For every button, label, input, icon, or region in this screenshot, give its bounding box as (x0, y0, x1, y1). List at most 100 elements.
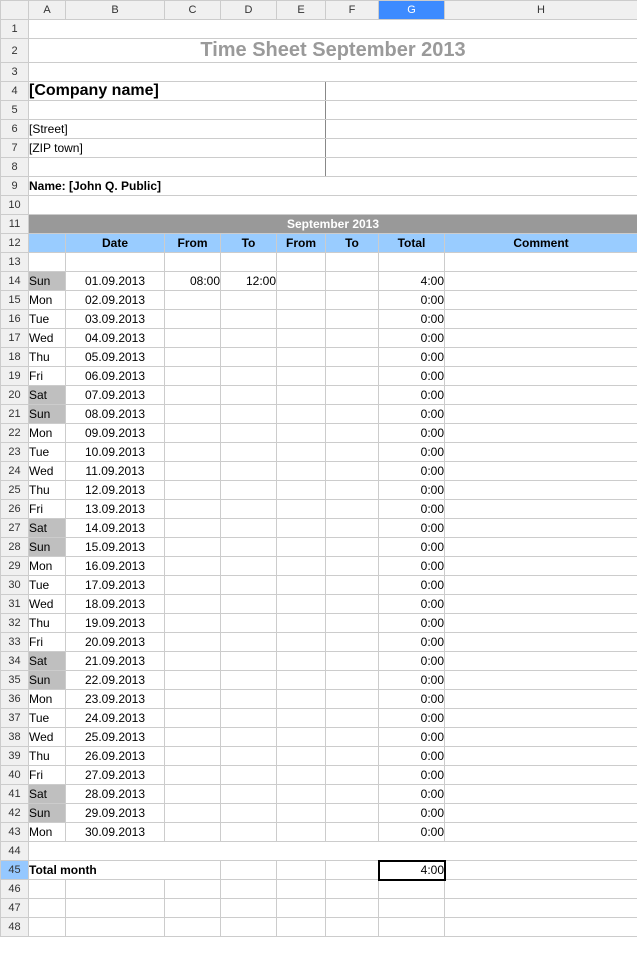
to-cell[interactable] (221, 424, 277, 443)
total-cell[interactable]: 0:00 (379, 728, 445, 747)
from2-cell[interactable] (277, 595, 326, 614)
hdr-date[interactable]: Date (66, 234, 165, 253)
total-cell[interactable]: 0:00 (379, 367, 445, 386)
cell[interactable] (165, 899, 221, 918)
from-cell[interactable] (165, 500, 221, 519)
from2-cell[interactable] (277, 557, 326, 576)
day-cell[interactable]: Wed (29, 728, 66, 747)
cell[interactable] (326, 861, 379, 880)
date-cell[interactable]: 06.09.2013 (66, 367, 165, 386)
day-cell[interactable]: Thu (29, 614, 66, 633)
day-cell[interactable]: Sun (29, 538, 66, 557)
from2-cell[interactable] (277, 728, 326, 747)
comment-cell[interactable] (445, 538, 637, 557)
day-cell[interactable]: Mon (29, 690, 66, 709)
total-cell[interactable]: 0:00 (379, 538, 445, 557)
to2-cell[interactable] (326, 595, 379, 614)
date-cell[interactable]: 29.09.2013 (66, 804, 165, 823)
cell[interactable] (29, 880, 66, 899)
comment-cell[interactable] (445, 272, 637, 291)
total-cell[interactable]: 0:00 (379, 709, 445, 728)
cell[interactable] (326, 880, 379, 899)
to-cell[interactable] (221, 633, 277, 652)
to2-cell[interactable] (326, 481, 379, 500)
from2-cell[interactable] (277, 272, 326, 291)
cell[interactable] (445, 880, 637, 899)
from2-cell[interactable] (277, 500, 326, 519)
from-cell[interactable] (165, 652, 221, 671)
row-header-37[interactable]: 37 (1, 709, 29, 728)
col-header-H[interactable]: H (445, 1, 637, 20)
from2-cell[interactable] (277, 443, 326, 462)
from-cell[interactable] (165, 557, 221, 576)
cell[interactable] (29, 899, 66, 918)
select-all-corner[interactable] (1, 1, 29, 20)
month-header[interactable]: September 2013 (29, 215, 637, 234)
row-header-11[interactable]: 11 (1, 215, 29, 234)
day-cell[interactable]: Fri (29, 766, 66, 785)
day-cell[interactable]: Wed (29, 462, 66, 481)
to-cell[interactable] (221, 291, 277, 310)
total-cell[interactable]: 0:00 (379, 500, 445, 519)
from2-cell[interactable] (277, 823, 326, 842)
day-cell[interactable]: Sun (29, 272, 66, 291)
comment-cell[interactable] (445, 405, 637, 424)
from-cell[interactable] (165, 519, 221, 538)
from-cell[interactable] (165, 329, 221, 348)
from-cell[interactable] (165, 785, 221, 804)
day-cell[interactable]: Tue (29, 709, 66, 728)
to2-cell[interactable] (326, 291, 379, 310)
hdr-comment[interactable]: Comment (445, 234, 637, 253)
from2-cell[interactable] (277, 367, 326, 386)
cell[interactable] (277, 918, 326, 937)
cell[interactable] (221, 880, 277, 899)
to2-cell[interactable] (326, 500, 379, 519)
row-header-26[interactable]: 26 (1, 500, 29, 519)
from-cell[interactable] (165, 462, 221, 481)
hdr-from2[interactable]: From (277, 234, 326, 253)
row-header-3[interactable]: 3 (1, 63, 29, 82)
row-header-7[interactable]: 7 (1, 139, 29, 158)
total-cell[interactable]: 4:00 (379, 272, 445, 291)
date-cell[interactable]: 27.09.2013 (66, 766, 165, 785)
from-cell[interactable] (165, 576, 221, 595)
row-header-36[interactable]: 36 (1, 690, 29, 709)
to2-cell[interactable] (326, 519, 379, 538)
comment-cell[interactable] (445, 576, 637, 595)
total-cell[interactable]: 0:00 (379, 785, 445, 804)
day-cell[interactable]: Mon (29, 823, 66, 842)
day-cell[interactable]: Sat (29, 785, 66, 804)
to-cell[interactable] (221, 481, 277, 500)
comment-cell[interactable] (445, 747, 637, 766)
comment-cell[interactable] (445, 291, 637, 310)
to-cell[interactable] (221, 367, 277, 386)
to2-cell[interactable] (326, 462, 379, 481)
row-header-24[interactable]: 24 (1, 462, 29, 481)
from2-cell[interactable] (277, 690, 326, 709)
from-cell[interactable] (165, 823, 221, 842)
to2-cell[interactable] (326, 614, 379, 633)
row-header-31[interactable]: 31 (1, 595, 29, 614)
row-header-19[interactable]: 19 (1, 367, 29, 386)
to2-cell[interactable] (326, 386, 379, 405)
col-header-D[interactable]: D (221, 1, 277, 20)
cell[interactable] (29, 158, 326, 177)
to2-cell[interactable] (326, 709, 379, 728)
cell[interactable] (326, 899, 379, 918)
cell[interactable] (66, 899, 165, 918)
sheet-title[interactable]: Time Sheet September 2013 (29, 39, 637, 63)
day-cell[interactable]: Sat (29, 652, 66, 671)
total-cell[interactable]: 0:00 (379, 747, 445, 766)
date-cell[interactable]: 30.09.2013 (66, 823, 165, 842)
comment-cell[interactable] (445, 348, 637, 367)
total-cell[interactable]: 0:00 (379, 310, 445, 329)
cell[interactable] (29, 918, 66, 937)
comment-cell[interactable] (445, 310, 637, 329)
to-cell[interactable] (221, 652, 277, 671)
cell[interactable] (277, 253, 326, 272)
to-cell[interactable] (221, 728, 277, 747)
date-cell[interactable]: 24.09.2013 (66, 709, 165, 728)
date-cell[interactable]: 26.09.2013 (66, 747, 165, 766)
col-header-F[interactable]: F (326, 1, 379, 20)
from2-cell[interactable] (277, 424, 326, 443)
